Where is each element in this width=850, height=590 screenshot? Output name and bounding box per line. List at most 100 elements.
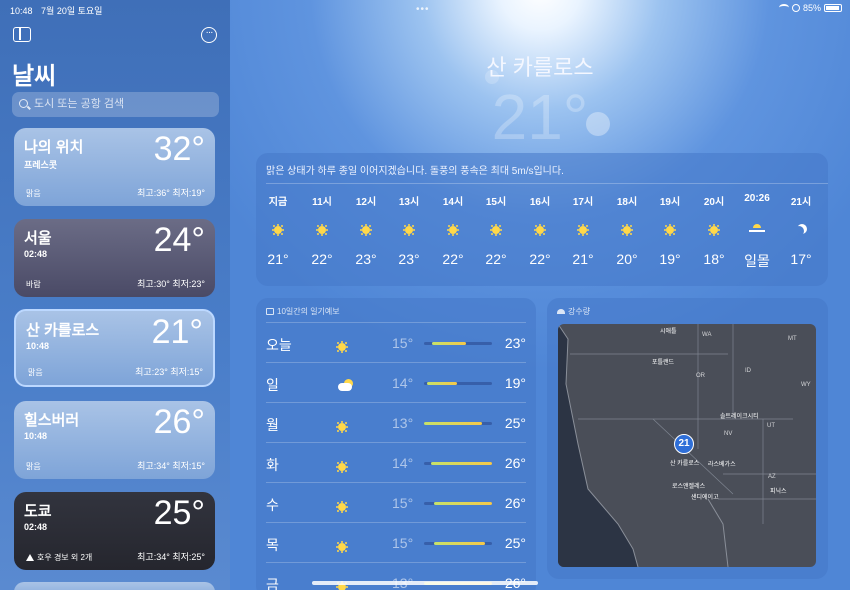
search-input[interactable]: 도시 또는 공항 검색	[12, 92, 219, 117]
map-label: WA	[702, 332, 712, 338]
day-label: 일	[266, 377, 279, 393]
sun-icon	[338, 543, 346, 551]
card-low: 최저:15°	[172, 461, 205, 471]
card-low: 최저:15°	[170, 367, 203, 377]
day-high: 26°	[504, 455, 526, 471]
sun-icon	[318, 226, 326, 234]
hour-label: 지금	[268, 197, 288, 208]
sun-icon	[492, 226, 500, 234]
location-pin[interactable]: 21	[674, 434, 694, 454]
card-condition-text: 호우 경보 외 2개	[37, 553, 93, 562]
map-label: 솔트레이크시티	[720, 414, 759, 420]
sun-icon	[274, 226, 282, 234]
calendar-icon	[266, 308, 274, 315]
temperature-range-fill	[427, 382, 457, 385]
day-label: 오늘	[266, 337, 292, 353]
hour-temp: 19°	[659, 251, 681, 267]
partly-cloudy-icon	[338, 379, 356, 391]
card-temp: 32°	[153, 130, 205, 168]
map-label: ID	[745, 368, 751, 374]
map-label: NV	[724, 431, 733, 437]
sidebar: 10:48 7월 20일 토요일 ··· 날씨 도시 또는 공항 검색 나의 위…	[0, 0, 230, 590]
wifi-icon	[778, 4, 789, 11]
hour-item: 20:26 일몰	[735, 193, 779, 271]
hour-label: 15시	[485, 197, 507, 208]
hour-temp: 18°	[703, 251, 725, 267]
location-card-partial[interactable]	[14, 582, 215, 590]
divider	[266, 183, 828, 184]
day-label: 화	[266, 457, 279, 473]
temperature-range-fill	[430, 462, 492, 465]
map-label: 피닉스	[770, 489, 787, 495]
hour-label: 20시	[703, 197, 725, 208]
card-condition: 맑음	[26, 462, 41, 471]
more-options-icon[interactable]: ···	[201, 27, 217, 43]
day-label: 목	[266, 537, 279, 553]
card-high: 최고:34°	[137, 552, 170, 562]
day-low: 15°	[392, 495, 414, 511]
card-hilo: 최고:36° 최저:19°	[137, 186, 205, 199]
hour-item: 15시 22°	[474, 193, 518, 267]
temperature-range-bar	[424, 542, 492, 545]
status-date: 7월 20일 토요일	[41, 6, 103, 16]
day-high: 26°	[504, 495, 526, 511]
umbrella-icon	[557, 309, 565, 314]
location-card-hillsborough[interactable]: 힐스버러 10:48 26° 맑음 최고:34° 최저:15°	[14, 401, 215, 479]
card-hilo: 최고:23° 최저:15°	[135, 365, 203, 378]
card-low: 최저:25°	[172, 552, 205, 562]
card-hilo: 최고:30° 최저:23°	[137, 277, 205, 290]
map-label: 시애틀	[660, 329, 677, 335]
card-low: 최저:19°	[172, 188, 205, 198]
card-temp: 26°	[153, 403, 205, 441]
hour-temp: 22°	[529, 251, 551, 267]
hour-temp: 17°	[790, 251, 812, 267]
temperature-range-bar	[424, 382, 492, 385]
temperature-range-fill	[434, 542, 486, 545]
hour-label: 19시	[659, 197, 681, 208]
day-label: 월	[266, 417, 279, 433]
temperature-range-bar	[424, 502, 492, 505]
location-card-san-carlos[interactable]: 산 카를로스 10:48 21° 맑음 최고:23° 최저:15°	[14, 309, 215, 387]
location-card-seoul[interactable]: 서울 02:48 24° 바람 최고:30° 최저:23°	[14, 219, 215, 297]
card-condition: 맑음	[26, 189, 41, 198]
moon-icon	[794, 226, 804, 236]
precipitation-panel[interactable]: 강수량 시애틀 WA MT 포틀랜드 OR ID WY 솔트레이크시티 NV U…	[547, 298, 828, 579]
card-hilo: 최고:34° 최저:25°	[137, 550, 205, 563]
ten-day-forecast-panel[interactable]: 10일간의 일기예보 오늘 15° 23° 일 14° 19° 월 13° 25° 화 14° 26°…	[256, 298, 536, 590]
card-condition: 맑음	[28, 368, 43, 377]
sun-icon	[666, 226, 674, 234]
hour-temp: 23°	[398, 251, 420, 267]
card-low: 최저:23°	[172, 279, 205, 289]
battery-icon	[824, 4, 842, 12]
sun-icon	[338, 343, 346, 351]
hour-label: 20:26	[744, 193, 770, 204]
coastline	[707, 498, 729, 567]
temperature-range-fill	[432, 342, 467, 345]
map-label: WY	[801, 382, 811, 388]
card-high: 최고:23°	[135, 367, 168, 377]
hourly-summary: 맑은 상태가 하루 종일 이어지겠습니다. 돌풍의 풍속은 최대 5m/s입니다…	[266, 166, 564, 177]
map-label: 산 카를로스	[670, 461, 700, 467]
sidebar-toggle-icon[interactable]	[13, 27, 31, 42]
hour-temp: 20°	[616, 251, 638, 267]
precipitation-map[interactable]: 시애틀 WA MT 포틀랜드 OR ID WY 솔트레이크시티 NV UT 산 …	[558, 324, 816, 567]
sun-icon	[338, 423, 346, 431]
forecast-day-row: 일 14° 19°	[266, 362, 526, 402]
card-high: 최고:30°	[137, 279, 170, 289]
hour-label: 13시	[398, 197, 420, 208]
multitask-dots-icon[interactable]: •••	[416, 4, 430, 15]
status-bar-right: 85%	[778, 3, 842, 13]
panel-title: 강수량	[557, 306, 590, 317]
location-card-my-location[interactable]: 나의 위치 프레스콧 32° 맑음 최고:36° 최저:19°	[14, 128, 215, 206]
map-label: 포틀랜드	[652, 360, 675, 366]
ocean-shape	[558, 324, 638, 567]
day-high: 23°	[504, 335, 526, 351]
home-indicator[interactable]	[312, 581, 538, 585]
card-hilo: 최고:34° 최저:15°	[137, 459, 205, 472]
location-card-tokyo[interactable]: 도쿄 02:48 25° 호우 경보 외 2개 최고:34° 최저:25°	[14, 492, 215, 570]
card-high: 최고:36°	[137, 188, 170, 198]
app-title: 날씨	[12, 63, 57, 90]
forecast-day-row: 수 15° 26°	[266, 482, 526, 522]
map-label: 샌디에이고	[691, 495, 719, 501]
hourly-forecast-panel[interactable]: 맑은 상태가 하루 종일 이어지겠습니다. 돌풍의 풍속은 최대 5m/s입니다…	[256, 153, 828, 286]
